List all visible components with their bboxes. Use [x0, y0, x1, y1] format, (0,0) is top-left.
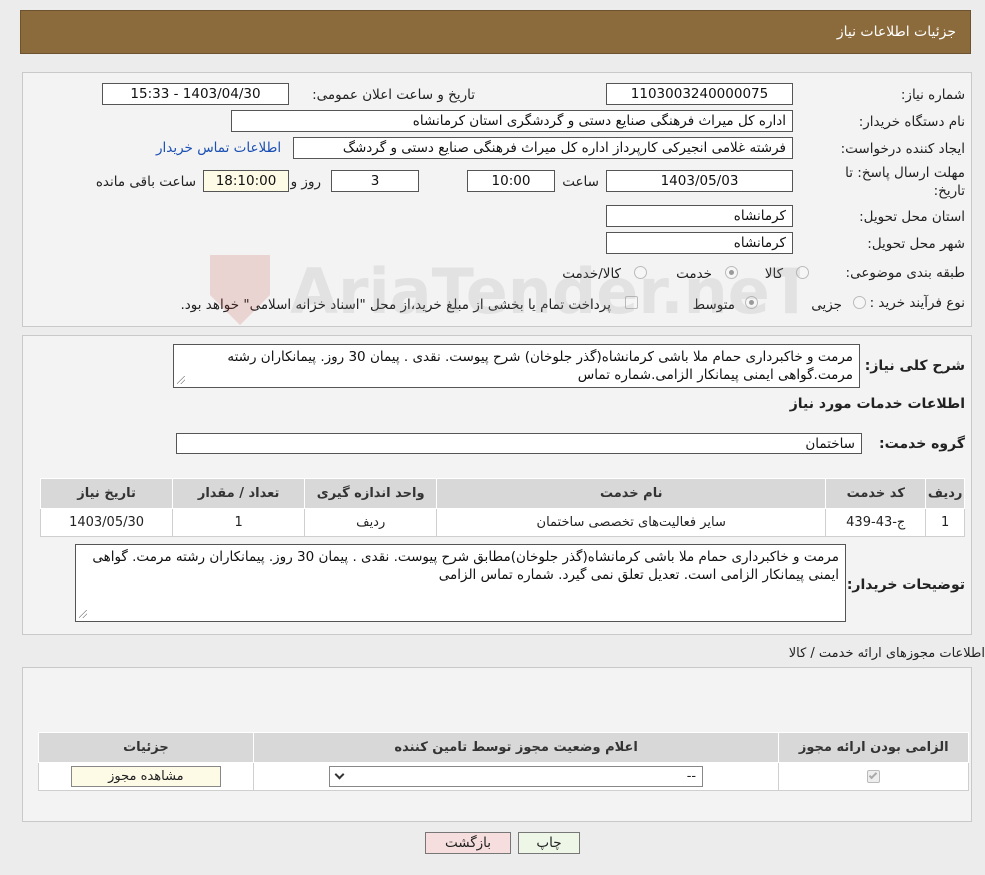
days-field[interactable]: 3: [331, 170, 419, 192]
col-need-date: تاریخ نیاز: [39, 478, 174, 509]
permit-status-cell: --: [252, 762, 780, 791]
deadline-time-label: ساعت: [562, 174, 599, 190]
chevron-down-icon: [334, 769, 345, 780]
category-goods-radio[interactable]: [796, 266, 809, 279]
buyer-notes-textarea[interactable]: مرمت و خاکبرداری حمام ملا باشی کرمانشاه(…: [75, 544, 846, 622]
buyer-contact-link[interactable]: اطلاعات تماس خریدار: [156, 140, 281, 156]
page-title: جزئیات اطلاعات نیاز: [836, 24, 956, 40]
category-service-radio[interactable]: [725, 266, 738, 279]
permits-table-header: الزامی بودن ارائه مجوز اعلام وضعیت مجوز …: [38, 732, 969, 763]
table-row[interactable]: -- مشاهده مجوز: [38, 762, 969, 791]
payment-note: پرداخت تمام یا بخشی از مبلغ خرید،از محل …: [180, 297, 611, 313]
announce-field[interactable]: 1403/04/30 - 15:33: [102, 83, 289, 105]
province-field[interactable]: کرمانشاه: [606, 205, 793, 227]
city-label: شهر محل تحویل:: [867, 236, 965, 252]
back-button[interactable]: بازگشت: [425, 832, 511, 854]
col-permit-required: الزامی بودن ارائه مجوز: [778, 732, 969, 763]
category-both-label: کالا/خدمت: [562, 266, 621, 282]
buyer-org-label: نام دستگاه خریدار:: [858, 114, 965, 130]
col-unit: واحد اندازه گیری: [304, 478, 438, 509]
permit-status-value: --: [686, 769, 697, 784]
permit-status-select[interactable]: --: [329, 766, 704, 787]
permit-details-cell: مشاهده مجوز: [38, 762, 254, 791]
buyer-notes-text: مرمت و خاکبرداری حمام ملا باشی کرمانشاه(…: [92, 549, 839, 583]
services-table: ردیف کد خدمت نام خدمت واحد اندازه گیری ت…: [39, 478, 965, 537]
summary-label: شرح کلی نیاز:: [864, 358, 965, 374]
service-group-label: گروه خدمت:: [879, 436, 965, 452]
process-medium-label: متوسط: [692, 297, 735, 313]
process-label: نوع فرآیند خرید :: [869, 295, 965, 311]
required-checkbox[interactable]: [867, 770, 881, 783]
buyer-org-field[interactable]: اداره کل میراث فرهنگی صنایع دستی و گردشگ…: [231, 110, 793, 132]
print-button[interactable]: چاپ: [518, 832, 580, 854]
permit-required-cell: [778, 762, 969, 791]
province-label: استان محل تحویل:: [859, 209, 965, 225]
days-label: روز و: [290, 174, 321, 190]
remaining-time-field[interactable]: 18:10:00: [203, 170, 289, 192]
process-medium-radio[interactable]: [745, 296, 758, 309]
col-service-code: کد خدمت: [825, 478, 927, 509]
city-field[interactable]: کرمانشاه: [606, 232, 793, 254]
category-service-label: خدمت: [676, 266, 712, 282]
resize-grip-icon[interactable]: [79, 610, 87, 618]
row-service-code: ج-43-439: [825, 508, 927, 537]
deadline-label: مهلت ارسال پاسخ: تا تاریخ:: [845, 165, 965, 199]
creator-label: ایجاد کننده درخواست:: [840, 141, 965, 157]
row-number: 1: [925, 508, 965, 537]
permits-title: اطلاعات مجوزهای ارائه خدمت / کالا: [788, 646, 985, 661]
category-both-radio[interactable]: [634, 266, 647, 279]
deadline-time-field[interactable]: 10:00: [467, 170, 555, 192]
page-header: جزئیات اطلاعات نیاز: [20, 10, 971, 54]
payment-checkbox[interactable]: [625, 296, 638, 309]
col-row-number: ردیف: [925, 478, 965, 509]
need-number-field[interactable]: 1103003240000075: [606, 83, 793, 105]
need-number-label: شماره نیاز:: [900, 87, 965, 103]
check-icon: [868, 770, 878, 780]
view-permit-button[interactable]: مشاهده مجوز: [70, 766, 221, 787]
resize-grip-icon[interactable]: [177, 376, 185, 384]
announce-label: تاریخ و ساعت اعلان عمومی:: [312, 87, 475, 103]
col-quantity: تعداد / مقدار: [172, 478, 306, 509]
process-minor-label: جزیی: [811, 297, 842, 313]
row-need-date: 1403/05/30: [39, 508, 174, 537]
creator-field[interactable]: فرشته غلامی انجیرکی کارپرداز اداره کل می…: [293, 137, 793, 159]
row-quantity: 1: [172, 508, 306, 537]
row-unit: ردیف: [304, 508, 438, 537]
category-goods-label: کالا: [764, 266, 783, 282]
summary-text: مرمت و خاکبرداری حمام ملا باشی کرمانشاه(…: [227, 349, 853, 383]
summary-textarea[interactable]: مرمت و خاکبرداری حمام ملا باشی کرمانشاه(…: [173, 344, 860, 388]
category-label: طبقه بندی موضوعی:: [845, 265, 965, 281]
col-service-name: نام خدمت: [436, 478, 827, 509]
services-table-header: ردیف کد خدمت نام خدمت واحد اندازه گیری ت…: [39, 478, 965, 509]
permits-table: الزامی بودن ارائه مجوز اعلام وضعیت مجوز …: [38, 732, 969, 791]
process-minor-radio[interactable]: [853, 296, 866, 309]
col-permit-status: اعلام وضعیت مجوز توسط تامین کننده: [252, 732, 780, 763]
service-group-field[interactable]: ساختمان: [176, 433, 862, 454]
buyer-notes-label: توضیحات خریدار:: [846, 577, 965, 593]
remaining-label: ساعت باقی مانده: [95, 174, 196, 190]
col-permit-details: جزئیات: [38, 732, 254, 763]
row-service-name: سایر فعالیت‌های تخصصی ساختمان: [436, 508, 827, 537]
services-title: اطلاعات خدمات مورد نیاز: [789, 396, 965, 412]
deadline-date-field[interactable]: 1403/05/03: [606, 170, 793, 192]
table-row[interactable]: 1 ج-43-439 سایر فعالیت‌های تخصصی ساختمان…: [39, 508, 965, 537]
